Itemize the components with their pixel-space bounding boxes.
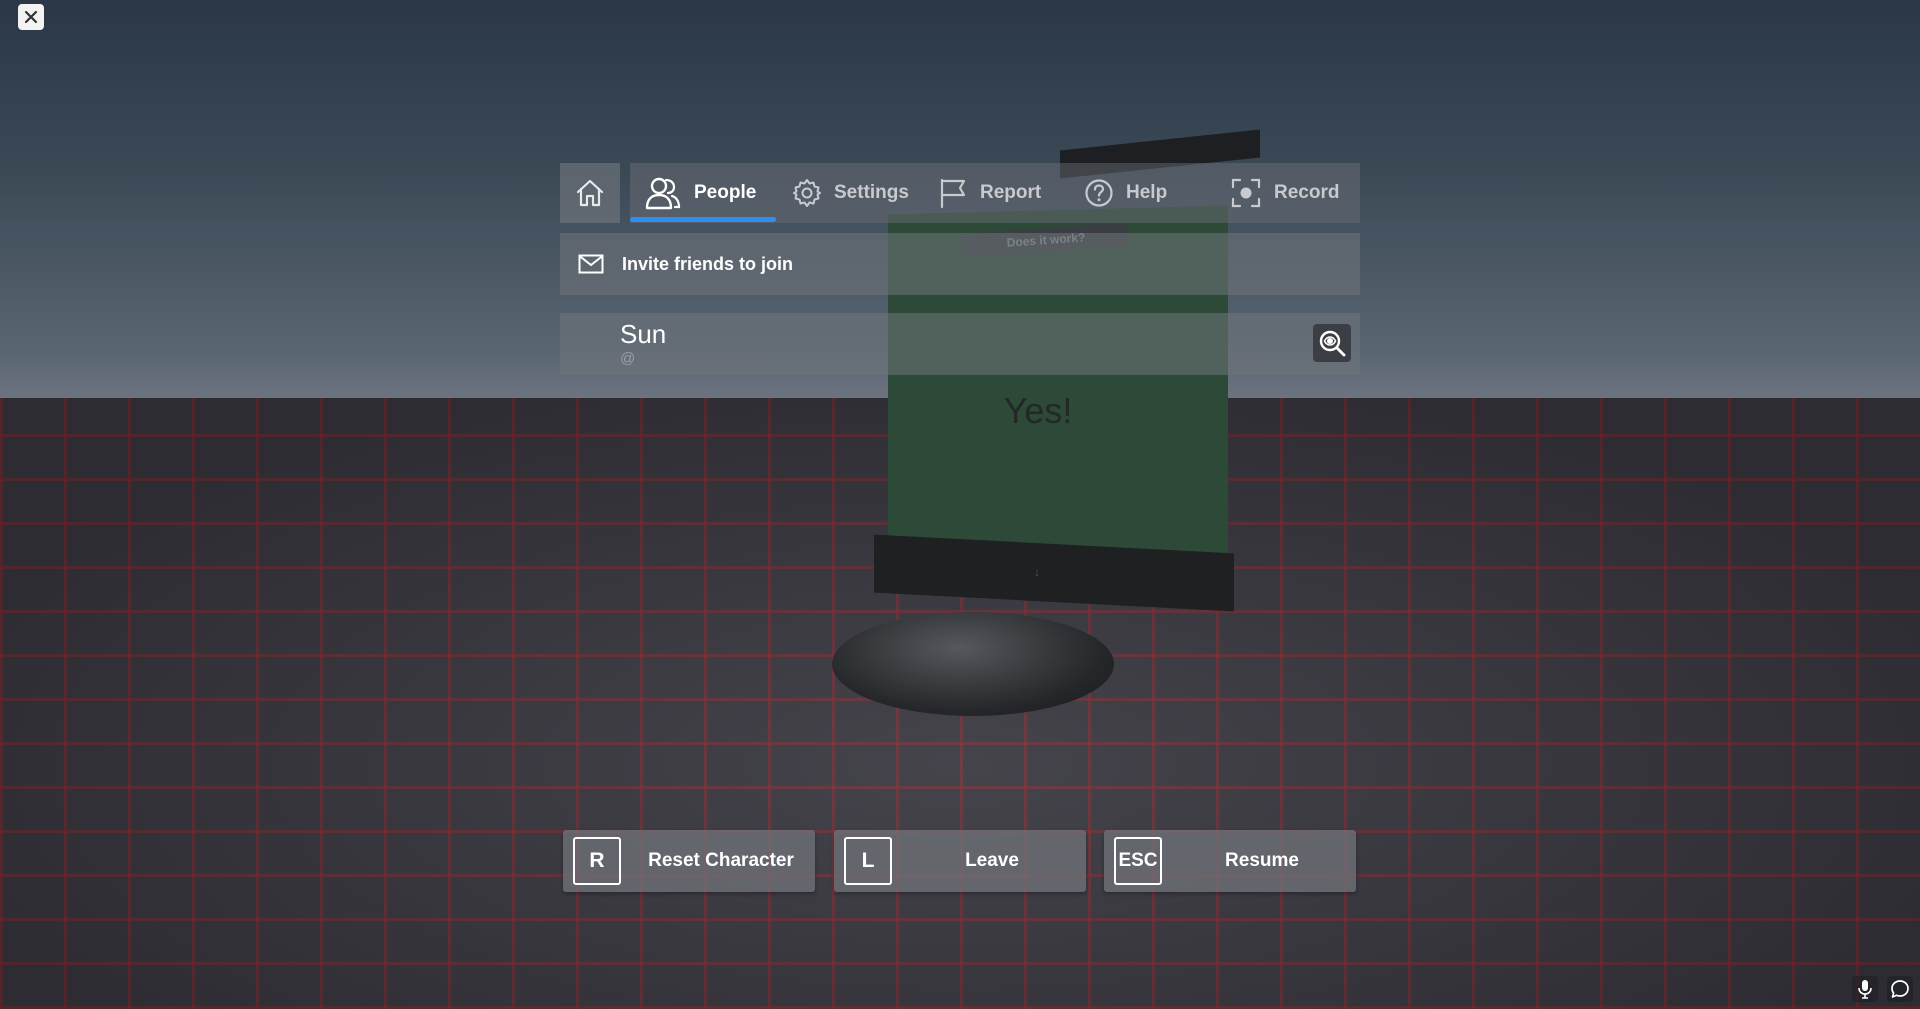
tab-settings-label: Settings	[834, 182, 909, 203]
reset-hotkey: R	[573, 837, 621, 885]
player-username: @	[620, 350, 636, 367]
reset-character-label: Reset Character	[648, 850, 794, 871]
tab-settings[interactable]: Settings	[792, 163, 909, 223]
tab-report-label: Report	[980, 182, 1042, 203]
resume-label: Resume	[1225, 850, 1299, 871]
close-icon	[24, 10, 38, 24]
inspect-player-button[interactable]	[1313, 324, 1351, 362]
invite-friends-button[interactable]: Invite friends to join	[560, 233, 1360, 295]
sign-text: Yes!	[1003, 390, 1073, 431]
help-icon	[1085, 179, 1113, 207]
player-display-name: Sun	[620, 319, 667, 349]
home-button[interactable]	[560, 163, 620, 223]
reset-character-button[interactable]: R Reset Character	[563, 830, 815, 892]
leave-label: Leave	[965, 850, 1019, 871]
record-icon	[1231, 178, 1261, 208]
menu-nav: People Settings Report Help Record	[560, 163, 1360, 223]
invite-friends-label: Invite friends to join	[622, 253, 794, 274]
resume-hotkey: ESC	[1114, 837, 1162, 885]
leave-hotkey: L	[844, 837, 892, 885]
leave-button[interactable]: L Leave	[834, 830, 1086, 892]
gear-icon	[793, 179, 821, 207]
tab-people-label: People	[694, 182, 757, 203]
tab-record-label: Record	[1274, 182, 1340, 203]
microphone-button[interactable]	[1852, 976, 1878, 1002]
flag-icon	[940, 178, 966, 209]
sign-base-glyph: ↓	[1034, 564, 1040, 580]
active-tab-indicator	[630, 217, 776, 222]
people-icon	[645, 177, 681, 210]
spawn-disc	[832, 612, 1114, 716]
microphone-icon	[1858, 980, 1872, 999]
resume-button[interactable]: ESC Resume	[1104, 830, 1356, 892]
inspect-icon	[1319, 330, 1346, 357]
tab-bar: People Settings Report Help Record	[630, 163, 1360, 223]
tab-people[interactable]: People	[644, 163, 756, 223]
tab-report[interactable]: Report	[938, 163, 1041, 223]
player-row[interactable]: Sun @	[560, 313, 1360, 375]
chat-button[interactable]	[1887, 976, 1913, 1002]
tab-record[interactable]: Record	[1230, 163, 1339, 223]
tab-help-label: Help	[1126, 182, 1168, 203]
tab-help[interactable]: Help	[1084, 163, 1167, 223]
close-button[interactable]	[18, 4, 44, 30]
home-icon	[576, 179, 604, 207]
mail-icon	[578, 254, 604, 274]
chat-icon	[1891, 980, 1909, 998]
